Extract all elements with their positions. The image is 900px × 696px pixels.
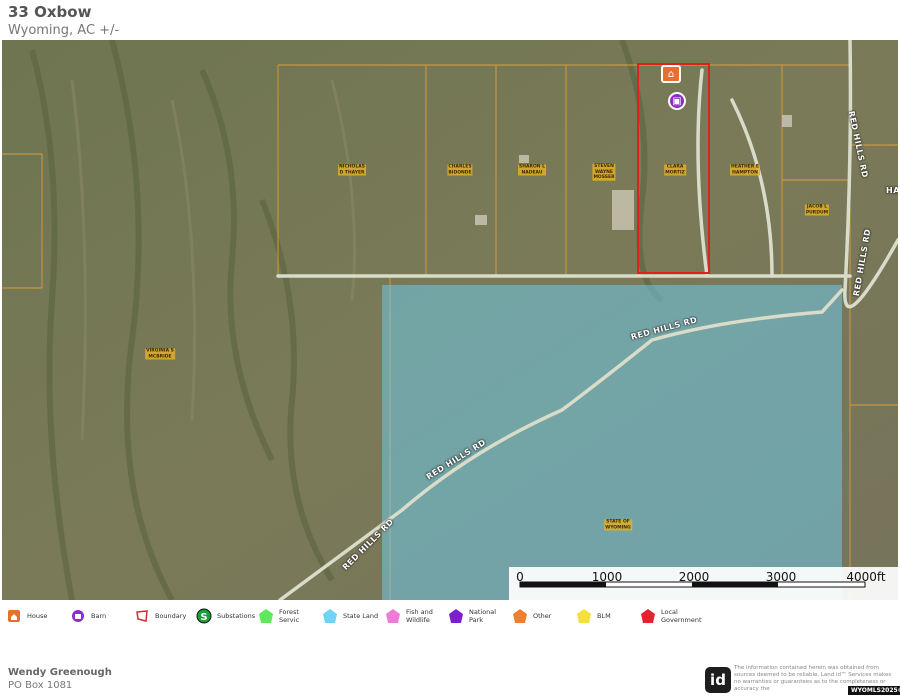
barn-icon bbox=[70, 608, 86, 624]
house-marker[interactable]: ⌂ bbox=[661, 65, 681, 83]
mls-badge: WYOMLS2025© bbox=[848, 686, 900, 695]
parcel-owner-nicholas: NICHOLAS D THAYER bbox=[338, 164, 366, 176]
substation-icon: S bbox=[196, 608, 212, 624]
parcel-owner-jacob: JACOB L PURDUM bbox=[804, 204, 830, 216]
boundary-icon bbox=[134, 608, 150, 624]
legend-item-local-government: Local Government bbox=[640, 608, 703, 624]
agent-address: PO Box 1081 bbox=[8, 680, 73, 691]
parcel-owner-clara: CLARA MORTIZ bbox=[664, 164, 686, 176]
map-canvas bbox=[2, 40, 898, 600]
legend-item-barn: Barn bbox=[70, 608, 106, 624]
scale-label: 2000 bbox=[678, 570, 710, 584]
parcel-owner-sharon: SHARON L NADEAU bbox=[518, 164, 546, 176]
legend-item-forest-service: Forest Servic bbox=[258, 608, 321, 624]
agent-name: Wendy Greenough bbox=[8, 667, 112, 678]
barn-marker[interactable]: ▣ bbox=[668, 92, 686, 110]
parcel-owner-state: STATE OF WYOMING bbox=[604, 519, 632, 531]
road-label-ha: HA bbox=[886, 186, 898, 195]
scale-bar: 0 1000 2000 3000 4000ft bbox=[509, 567, 898, 600]
land-id-logo: id bbox=[705, 667, 731, 693]
scale-label: 4000ft bbox=[846, 570, 886, 584]
legend-item-substations: S Substations bbox=[196, 608, 255, 624]
state-land-icon bbox=[322, 608, 338, 624]
parcel-owner-steven: STEVEN WAYNE MOSSER bbox=[592, 163, 616, 181]
aerial-map[interactable]: NICHOLAS D THAYER CHARLES BIDONDE SHARON… bbox=[2, 40, 898, 600]
barn-icon: ▣ bbox=[672, 95, 682, 107]
legend-item-house: House bbox=[6, 608, 47, 624]
scale-label: 1000 bbox=[591, 570, 623, 584]
house-icon: ⌂ bbox=[667, 68, 675, 80]
legend-item-blm: BLM bbox=[576, 608, 611, 624]
page-subtitle: Wyoming, AC +/- bbox=[8, 23, 120, 38]
legend-item-fish-wildlife: Fish and Wildlife bbox=[385, 608, 448, 624]
page-title: 33 Oxbow bbox=[8, 3, 92, 21]
fish-wildlife-icon bbox=[385, 608, 401, 624]
parcel-owner-heather: HEATHER E HAMPTON bbox=[730, 164, 760, 176]
national-park-icon bbox=[448, 608, 464, 624]
parcel-owner-charles: CHARLES BIDONDE bbox=[447, 164, 473, 176]
forest-service-icon bbox=[258, 608, 274, 624]
listing-header: 33 Oxbow Wyoming, AC +/- bbox=[8, 3, 119, 39]
local-government-icon bbox=[640, 608, 656, 624]
legend-item-state-land: State Land bbox=[322, 608, 378, 624]
house-icon bbox=[6, 608, 22, 624]
parcel-owner-virginia: VIRGINIA S MCBRIDE bbox=[145, 348, 175, 360]
scale-label: 3000 bbox=[765, 570, 797, 584]
legend-item-boundary: Boundary bbox=[134, 608, 186, 624]
scale-label: 0 bbox=[516, 570, 524, 584]
svg-text:S: S bbox=[200, 612, 207, 623]
legend-item-other: Other bbox=[512, 608, 551, 624]
legend-item-national-park: National Park bbox=[448, 608, 511, 624]
state-land-area bbox=[382, 285, 842, 600]
other-icon bbox=[512, 608, 528, 624]
blm-icon bbox=[576, 608, 592, 624]
map-legend: House Barn Boundary S Substations Forest… bbox=[0, 606, 900, 636]
